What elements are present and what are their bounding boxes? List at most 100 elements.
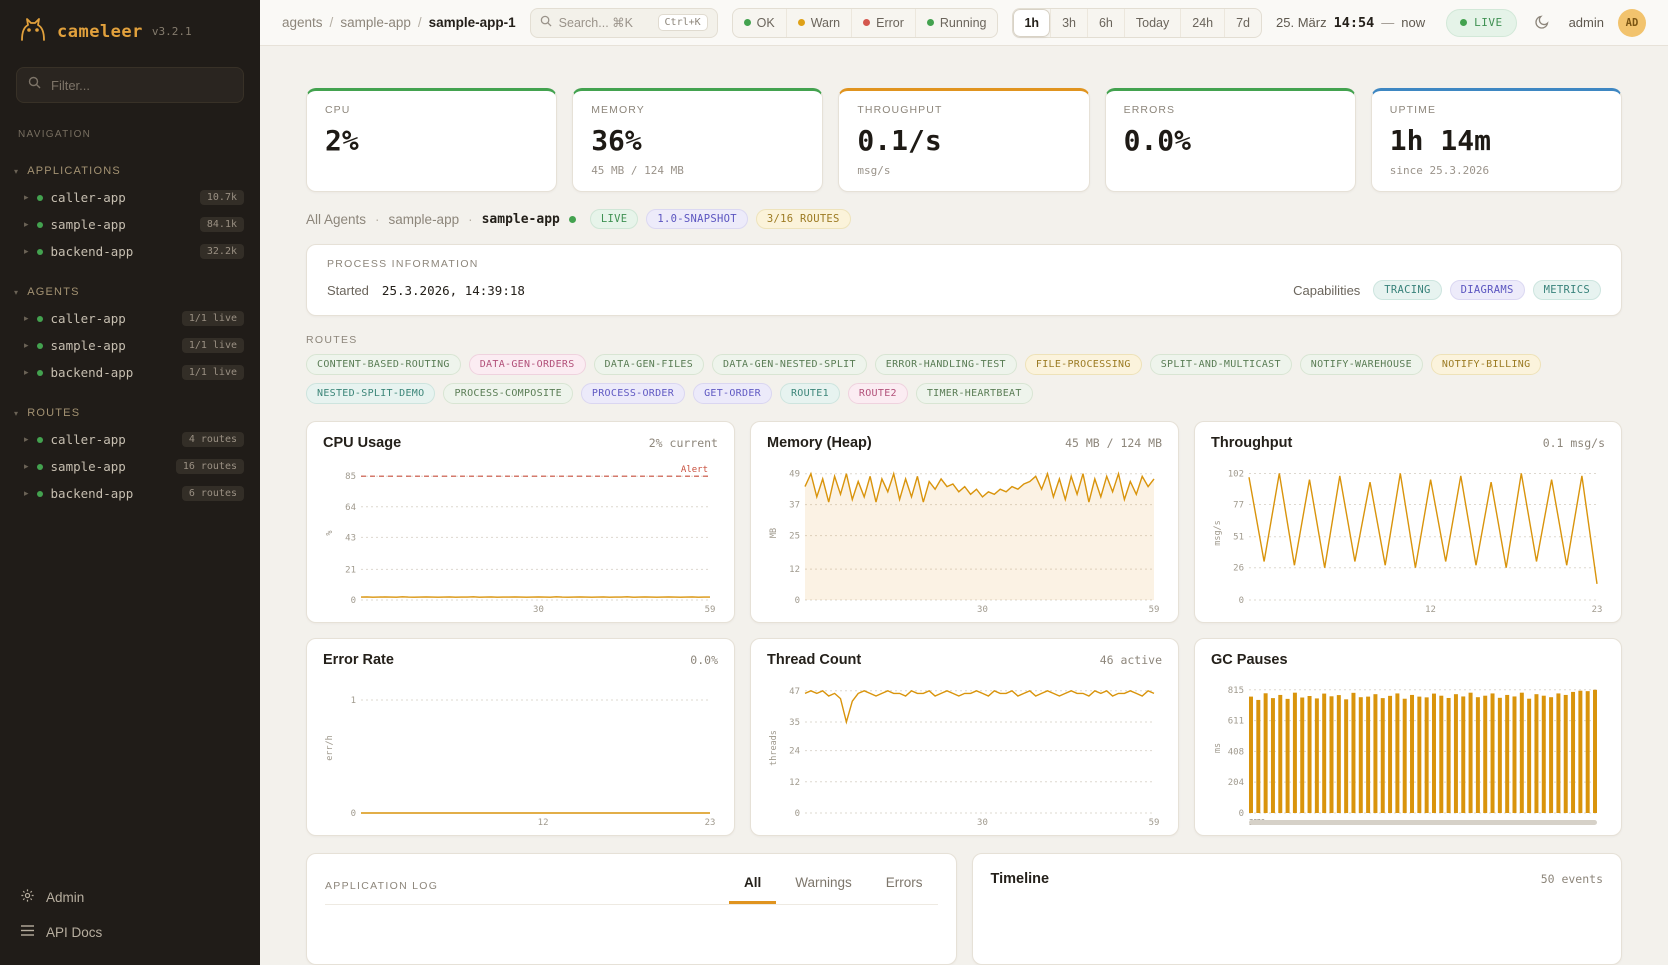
date-range[interactable]: 25. März 14:54 — now [1276,15,1425,31]
route-chip[interactable]: ERROR-HANDLING-TEST [875,354,1017,375]
sidebar-item-label: caller-app [51,432,174,447]
dark-mode-toggle[interactable] [1531,9,1555,36]
log-tab[interactable]: Warnings [780,867,867,904]
route-chip[interactable]: SPLIT-AND-MULTICAST [1150,354,1292,375]
status-dot [37,491,43,497]
svg-text:815: 815 [1228,686,1244,696]
route-chip[interactable]: NESTED-SPLIT-DEMO [306,383,435,404]
svg-text:12: 12 [789,565,800,575]
route-chip[interactable]: CONTENT-BASED-ROUTING [306,354,461,375]
agent-badge: 1.0-SNAPSHOT [646,209,747,229]
status-filter-button[interactable]: Running [915,9,998,37]
status-filter-label: Warn [811,16,840,30]
filter-input[interactable] [49,77,232,94]
status-filter-button[interactable]: Error [851,9,915,37]
sidebar-filter[interactable] [16,67,244,103]
capabilities-list: TRACING DIAGRAMS METRICS [1373,280,1601,300]
svg-text:85: 85 [345,472,356,482]
status-filter-group: OK Warn Error Running [732,8,999,38]
charts-row-2: Error Rate 0.0% err/h011223 Thread Count… [306,638,1622,836]
chart-current-value: 0.0% [690,653,718,667]
agent-badge: 3/16 ROUTES [756,209,851,229]
sidebar-section-applications: ▾ APPLICATIONS ▸ caller-app 10.7k ▸ samp… [0,158,260,265]
logo[interactable]: cameleer v3.2.1 [0,0,260,57]
sidebar-item-route[interactable]: ▸ caller-app 4 routes [0,426,260,453]
search-box[interactable]: Search... ⌘K Ctrl+K [530,8,718,38]
route-chip[interactable]: GET-ORDER [693,383,772,404]
route-chip[interactable]: DATA-GEN-NESTED-SPLIT [712,354,867,375]
status-filter-label: Running [940,16,987,30]
route-chip[interactable]: NOTIFY-BILLING [1431,354,1542,375]
sidebar-item-application[interactable]: ▸ backend-app 32.2k [0,238,260,265]
chevron-right-icon: ▸ [24,367,29,378]
time-range-button[interactable]: 3h [1050,9,1087,37]
app-name: cameleer [57,22,143,42]
chevron-right-icon: ▸ [24,219,29,230]
breadcrumb: agents sample-app sample-app-1 [282,15,516,30]
chart-current-value: 45 MB / 124 MB [1065,436,1162,450]
sidebar-item-agent[interactable]: ▸ backend-app 1/1 live [0,359,260,386]
route-chip[interactable]: DATA-GEN-ORDERS [469,354,586,375]
main-content: CPU 2% MEMORY 36% 45 MB / 124 MB THROUGH… [260,46,1668,965]
started-value: 25.3.2026, 14:39:18 [382,283,525,298]
section-header-routes[interactable]: ▾ ROUTES [0,400,260,426]
svg-text:43: 43 [345,533,356,543]
crumb-separator [468,212,473,227]
status-filter-button[interactable]: OK [733,9,786,37]
sidebar-item-badge: 1/1 live [182,311,244,326]
svg-text:49: 49 [789,470,800,480]
timeline-title: Timeline [991,871,1050,887]
svg-text:%: % [325,530,335,535]
log-tab[interactable]: All [729,867,776,904]
section-header-applications[interactable]: ▾ APPLICATIONS [0,158,260,184]
application-log-title: APPLICATION LOG [325,880,438,892]
route-chip[interactable]: PROCESS-COMPOSITE [443,383,572,404]
route-chip[interactable]: DATA-GEN-FILES [594,354,705,375]
routes-list: ▸ caller-app 4 routes ▸ sample-app 16 ro… [0,426,260,507]
route-chip[interactable]: NOTIFY-WAREHOUSE [1300,354,1423,375]
sidebar-item-agent[interactable]: ▸ sample-app 1/1 live [0,332,260,359]
route-chip[interactable]: PROCESS-ORDER [581,383,685,404]
stat-label: MEMORY [591,104,804,116]
chart-current-value: 2% current [649,436,718,450]
sidebar-item-route[interactable]: ▸ backend-app 6 routes [0,480,260,507]
sidebar-item-agent[interactable]: ▸ caller-app 1/1 live [0,305,260,332]
breadcrumb-sample-app[interactable]: sample-app [340,15,411,30]
svg-text:102: 102 [1228,469,1244,479]
all-agents-link[interactable]: All Agents [306,212,366,227]
section-header-agents[interactable]: ▾ AGENTS [0,279,260,305]
route-chip[interactable]: ROUTE2 [848,383,908,404]
sidebar-item-label: backend-app [51,244,192,259]
svg-text:59: 59 [1149,605,1160,615]
cpu-usage-chart: %0214364853059Alert [323,456,718,616]
live-badge[interactable]: LIVE [1446,9,1517,37]
route-chip[interactable]: FILE-PROCESSING [1025,354,1142,375]
time-range-button[interactable]: 6h [1087,9,1124,37]
time-range-button[interactable]: 7d [1224,9,1261,37]
svg-text:35: 35 [789,718,800,728]
log-tab[interactable]: Errors [871,867,938,904]
svg-text:0: 0 [795,809,800,819]
sidebar-item-application[interactable]: ▸ caller-app 10.7k [0,184,260,211]
sidebar-item-application[interactable]: ▸ sample-app 84.1k [0,211,260,238]
api-docs-link[interactable]: API Docs [0,915,260,949]
time-range-button[interactable]: 24h [1180,9,1224,37]
stat-card: MEMORY 36% 45 MB / 124 MB [572,88,823,192]
sidebar-item-route[interactable]: ▸ sample-app 16 routes [0,453,260,480]
stat-card: ERRORS 0.0% [1105,88,1356,192]
agents-list: ▸ caller-app 1/1 live ▸ sample-app 1/1 l… [0,305,260,386]
agent-group-link[interactable]: sample-app [389,212,460,227]
admin-link[interactable]: Admin [0,879,260,915]
avatar[interactable]: AD [1618,9,1646,37]
breadcrumb-agents[interactable]: agents [282,15,323,30]
sidebar-item-badge: 10.7k [200,190,244,205]
list-icon [20,924,35,940]
stat-label: CPU [325,104,538,116]
route-chip[interactable]: TIMER-HEARTBEAT [916,383,1033,404]
route-chip[interactable]: ROUTE1 [780,383,840,404]
time-range-button[interactable]: Today [1124,9,1180,37]
status-filter-button[interactable]: Warn [786,9,851,37]
charts-row-1: CPU Usage 2% current %0214364853059Alert… [306,421,1622,623]
time-range-button[interactable]: 1h [1013,9,1050,37]
capability-badge: METRICS [1533,280,1601,300]
